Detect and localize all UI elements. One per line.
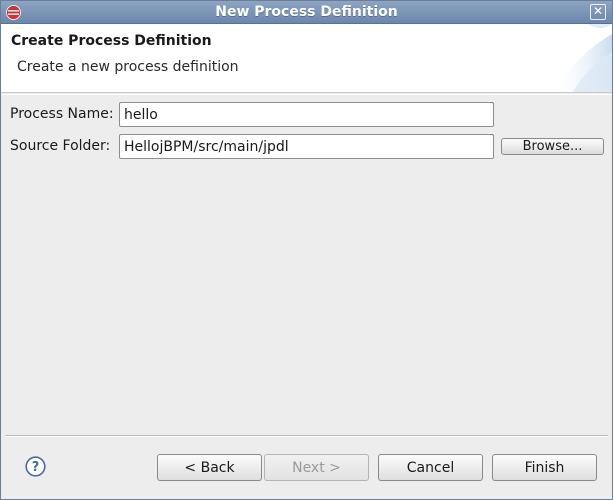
help-icon[interactable]: ? [25,456,46,477]
title-bar[interactable]: New Process Definition ✕ [1,1,612,24]
banner-description: Create a new process definition [17,59,239,75]
back-button[interactable]: < Back [157,454,262,481]
source-folder-label: Source Folder: [10,138,111,154]
close-icon[interactable]: ✕ [590,4,606,20]
finish-button[interactable]: Finish [492,454,597,481]
browse-button[interactable]: Browse... [501,138,604,155]
wizard-banner: Create Process Definition Create a new p… [1,24,612,93]
footer-separator [5,435,608,437]
svg-text:?: ? [32,460,40,475]
banner-decoration-icon [552,24,612,92]
dialog-window: New Process Definition ✕ Create Process … [0,0,613,500]
banner-title: Create Process Definition [11,33,212,49]
source-folder-input[interactable] [119,134,494,159]
process-name-label: Process Name: [10,106,114,122]
next-button[interactable]: Next > [264,454,369,481]
banner-separator [1,94,612,95]
cancel-button[interactable]: Cancel [378,454,483,481]
process-name-input[interactable] [119,102,494,127]
window-title: New Process Definition [215,4,398,20]
